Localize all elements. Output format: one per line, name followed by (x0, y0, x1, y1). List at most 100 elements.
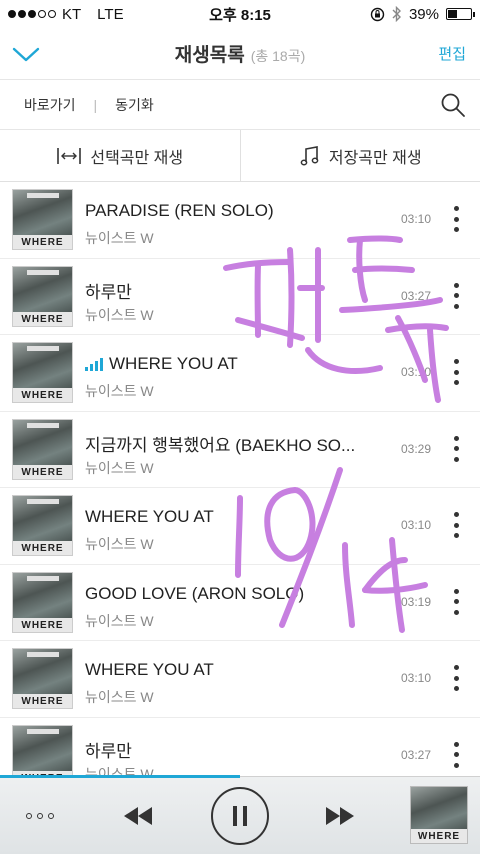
song-more-icon[interactable] (454, 741, 460, 768)
song-artist: 뉴이스트 W (85, 612, 154, 629)
play-actions: 선택곡만 재생 저장곡만 재생 (0, 130, 480, 182)
page-title: 재생목록 (174, 45, 245, 66)
album-art: WHERE (12, 648, 73, 709)
album-label: WHERE (21, 696, 64, 707)
song-duration: 03:10 (400, 518, 431, 532)
battery-level (448, 10, 457, 18)
album-art: WHERE (12, 571, 73, 633)
album-label: WHERE (21, 543, 64, 554)
rotation-lock-icon (370, 7, 385, 21)
song-more-icon[interactable] (454, 282, 460, 309)
album-label: WHERE (21, 619, 64, 631)
song-artist: 뉴이스트 W (85, 230, 154, 246)
album-label: WHERE (21, 237, 64, 248)
song-more-icon[interactable] (454, 359, 460, 385)
now-playing-album-art[interactable]: WHERE (410, 786, 468, 844)
song-title-wrap: 지금까지 행복했어요 (BAEKHO SO... (85, 431, 385, 456)
mini-player: WHERE (0, 775, 480, 854)
song-duration: 03:19 (400, 594, 431, 609)
status-right: 39% (312, 5, 475, 23)
song-artist: 뉴이스트 W (85, 306, 154, 323)
next-track-icon[interactable] (324, 805, 356, 827)
song-artist: 뉴이스트 W (85, 459, 154, 476)
previous-track-icon[interactable] (122, 805, 154, 827)
signal-strength-icon (8, 10, 56, 18)
sub-toolbar: 바로가기 | 동기화 (0, 80, 480, 130)
divider: | (93, 96, 98, 113)
song-title-wrap: WHERE YOU AT (85, 507, 385, 527)
clock: 오후 8:15 (209, 6, 271, 24)
song-row[interactable]: WHERE 하루만 뉴이스트 W 03:27 (0, 259, 480, 335)
carrier-label: KT (62, 5, 82, 23)
status-bar: KT LTE 오후 8:15 39% (0, 0, 480, 28)
album-art: WHERE (12, 189, 73, 250)
song-count: (총 18곡) (250, 48, 306, 64)
album-label: WHERE (21, 466, 64, 478)
song-duration: 03:10 (400, 212, 431, 226)
song-duration: 03:27 (400, 288, 431, 303)
song-row[interactable]: WHERE GOOD LOVE (ARON SOLO) 뉴이스트 W 03:19 (0, 565, 480, 641)
song-title: PARADISE (REN SOLO) (85, 201, 274, 220)
battery-percent: 39% (408, 5, 439, 23)
selection-bracket-icon (57, 147, 82, 164)
edit-button[interactable]: 편집 (438, 43, 466, 64)
playback-progress[interactable] (0, 775, 240, 778)
song-row[interactable]: WHERE 지금까지 행복했어요 (BAEKHO SO... 뉴이스트 W 03… (0, 412, 480, 488)
song-title-wrap: WHERE YOU AT (85, 660, 385, 680)
song-more-icon[interactable] (454, 206, 460, 232)
shortcut-button[interactable]: 바로가기 (24, 95, 76, 115)
battery-icon (446, 8, 475, 20)
song-row[interactable]: WHERE PARADISE (REN SOLO) 뉴이스트 W 03:10 (0, 182, 480, 259)
song-title-wrap: WHERE YOU AT (85, 354, 385, 374)
bluetooth-icon (392, 6, 401, 22)
sync-button[interactable]: 동기화 (115, 95, 154, 115)
more-options-icon[interactable] (26, 813, 54, 819)
song-title-wrap: 하루만 (85, 278, 385, 303)
playlist-header: 재생목록 (총 18곡) 편집 (0, 28, 480, 80)
music-note-icon (300, 145, 319, 165)
song-artist: 뉴이스트 W (85, 383, 154, 399)
album-label: WHERE (417, 831, 461, 842)
play-saved-button[interactable]: 저장곡만 재생 (241, 130, 480, 181)
song-title-wrap: PARADISE (REN SOLO) (85, 201, 385, 221)
now-playing-icon (85, 357, 103, 371)
song-row[interactable]: WHERE WHERE YOU AT 뉴이스트 W 03:10 (0, 488, 480, 565)
album-label: WHERE (21, 313, 64, 325)
pause-button[interactable] (211, 787, 269, 845)
network-label: LTE (97, 5, 124, 23)
song-title-wrap: 하루만 (85, 737, 385, 762)
play-selected-button[interactable]: 선택곡만 재생 (0, 130, 241, 181)
song-duration: 03:27 (400, 747, 431, 762)
song-row[interactable]: WHERE WHERE YOU AT 뉴이스트 W 03:10 (0, 335, 480, 412)
play-saved-label: 저장곡만 재생 (328, 149, 422, 167)
song-title: WHERE YOU AT (85, 507, 214, 526)
status-left: KT LTE (8, 6, 168, 23)
album-art: WHERE (12, 418, 73, 480)
song-title: 하루만 (85, 741, 132, 761)
song-title-wrap: GOOD LOVE (ARON SOLO) (85, 584, 385, 604)
song-title: WHERE YOU AT (109, 354, 238, 373)
song-artist: 뉴이스트 W (85, 536, 154, 552)
song-duration: 03:29 (400, 441, 431, 456)
song-title: GOOD LOVE (ARON SOLO) (85, 583, 305, 603)
song-more-icon[interactable] (454, 665, 460, 691)
album-art: WHERE (12, 265, 73, 327)
song-title: WHERE YOU AT (85, 660, 214, 679)
song-duration: 03:10 (400, 671, 431, 685)
play-selected-label: 선택곡만 재생 (90, 149, 184, 167)
title-wrap: 재생목록 (총 18곡) (175, 40, 305, 67)
song-duration: 03:10 (400, 365, 431, 379)
album-label: WHERE (21, 390, 64, 401)
song-list: WHERE PARADISE (REN SOLO) 뉴이스트 W 03:10 W… (0, 182, 480, 794)
song-more-icon[interactable] (454, 512, 460, 538)
album-art: WHERE (12, 342, 73, 403)
song-more-icon[interactable] (454, 588, 460, 615)
song-more-icon[interactable] (454, 435, 460, 462)
song-row[interactable]: WHERE WHERE YOU AT 뉴이스트 W 03:10 (0, 641, 480, 718)
chevron-down-icon[interactable] (12, 40, 40, 68)
song-title: 지금까지 행복했어요 (BAEKHO SO... (85, 435, 356, 455)
search-icon[interactable] (440, 92, 466, 118)
song-artist: 뉴이스트 W (85, 689, 154, 705)
song-title: 하루만 (85, 282, 132, 302)
album-art: WHERE (12, 495, 73, 556)
